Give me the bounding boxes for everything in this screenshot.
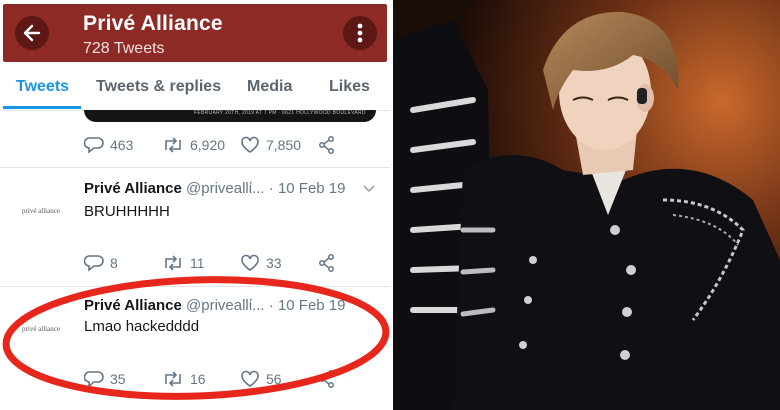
- heart-icon: [241, 254, 259, 271]
- reply-count: 8: [110, 255, 118, 271]
- reply-icon: [84, 371, 104, 388]
- tweet-text: Lmao hackedddd: [84, 318, 200, 335]
- tweet-header: Privé Alliance @priveallί... · 10 Feb 19: [84, 297, 374, 314]
- more-vertical-icon: [357, 23, 363, 43]
- reply-icon: [84, 255, 104, 272]
- heart-icon: [241, 370, 259, 387]
- tab-likes[interactable]: Likes: [329, 78, 370, 96]
- retweet-count: 11: [190, 255, 205, 271]
- like-count: 33: [266, 255, 282, 271]
- avatar[interactable]: privé alliance: [12, 300, 70, 358]
- reply-button[interactable]: 35: [84, 370, 126, 388]
- like-button[interactable]: 7,850: [240, 136, 301, 154]
- tweet-text: BRUHHHHH: [84, 203, 170, 220]
- like-button[interactable]: 56: [240, 370, 282, 388]
- retweet-icon: [165, 137, 181, 153]
- chevron-down-icon[interactable]: [362, 184, 376, 194]
- tab-tweets-replies[interactable]: Tweets & replies: [96, 78, 221, 96]
- retweet-button[interactable]: 11: [162, 254, 205, 272]
- divider: [0, 286, 390, 287]
- tweet-header: Privé Alliance @priveallί... · 10 Feb 19: [84, 180, 374, 197]
- tweet-author-handle: @priveallί...: [186, 180, 265, 197]
- tweet-author-name[interactable]: Privé Alliance: [84, 297, 182, 314]
- retweet-icon: [165, 255, 181, 271]
- profile-tabs: Tweets Tweets & replies Media Likes: [0, 64, 390, 111]
- tweet-author-handle: @priveallί...: [186, 297, 265, 314]
- avatar[interactable]: privé alliance: [12, 182, 70, 240]
- reply-icon: [84, 137, 104, 154]
- profile-header: Privé Alliance 728 Tweets: [3, 4, 387, 62]
- tweet-date[interactable]: · 10 Feb 19: [269, 297, 346, 314]
- reply-count: 35: [110, 371, 126, 387]
- active-tab-indicator: [3, 106, 81, 109]
- retweet-icon: [165, 371, 181, 387]
- tweet-count: 728 Tweets: [83, 40, 165, 57]
- reply-button[interactable]: 8: [84, 254, 118, 272]
- retweet-count: 6,920: [190, 137, 226, 153]
- tweet-media-image[interactable]: FEBRUARY 20TH, 2019 AT 7 PM · 6621 HOLLY…: [84, 110, 376, 122]
- tweet-date[interactable]: · 10 Feb 19: [269, 180, 346, 197]
- retweet-button[interactable]: 16: [162, 370, 206, 388]
- divider: [0, 167, 390, 168]
- share-button[interactable]: [318, 370, 336, 388]
- share-button[interactable]: [318, 136, 336, 154]
- share-button[interactable]: [318, 254, 336, 272]
- retweet-count: 16: [190, 371, 206, 387]
- profile-name: Privé Alliance: [83, 12, 223, 35]
- person-photo: [393, 0, 780, 410]
- share-icon: [319, 254, 334, 272]
- tab-media[interactable]: Media: [247, 78, 292, 96]
- avatar-logo-text: privé alliance: [22, 325, 60, 333]
- retweet-button[interactable]: 6,920: [162, 136, 225, 154]
- tweet-author-name[interactable]: Privé Alliance: [84, 180, 182, 197]
- media-caption: FEBRUARY 20TH, 2019 AT 7 PM · 6621 HOLLY…: [194, 110, 366, 116]
- avatar-logo-text: privé alliance: [22, 207, 60, 215]
- person-photo-illustration: [393, 0, 780, 410]
- back-button[interactable]: [15, 16, 49, 50]
- reply-button[interactable]: 463: [84, 136, 133, 154]
- reply-count: 463: [110, 137, 134, 153]
- heart-icon: [241, 136, 259, 153]
- like-count: 7,850: [266, 137, 302, 153]
- arrow-left-icon: [23, 24, 41, 42]
- share-icon: [319, 370, 334, 388]
- tab-tweets[interactable]: Tweets: [16, 78, 69, 96]
- like-count: 56: [266, 371, 282, 387]
- more-options-button[interactable]: [343, 16, 377, 50]
- share-icon: [319, 136, 334, 154]
- like-button[interactable]: 33: [240, 254, 282, 272]
- twitter-screenshot: Privé Alliance 728 Tweets Tweets Tweets …: [0, 0, 390, 410]
